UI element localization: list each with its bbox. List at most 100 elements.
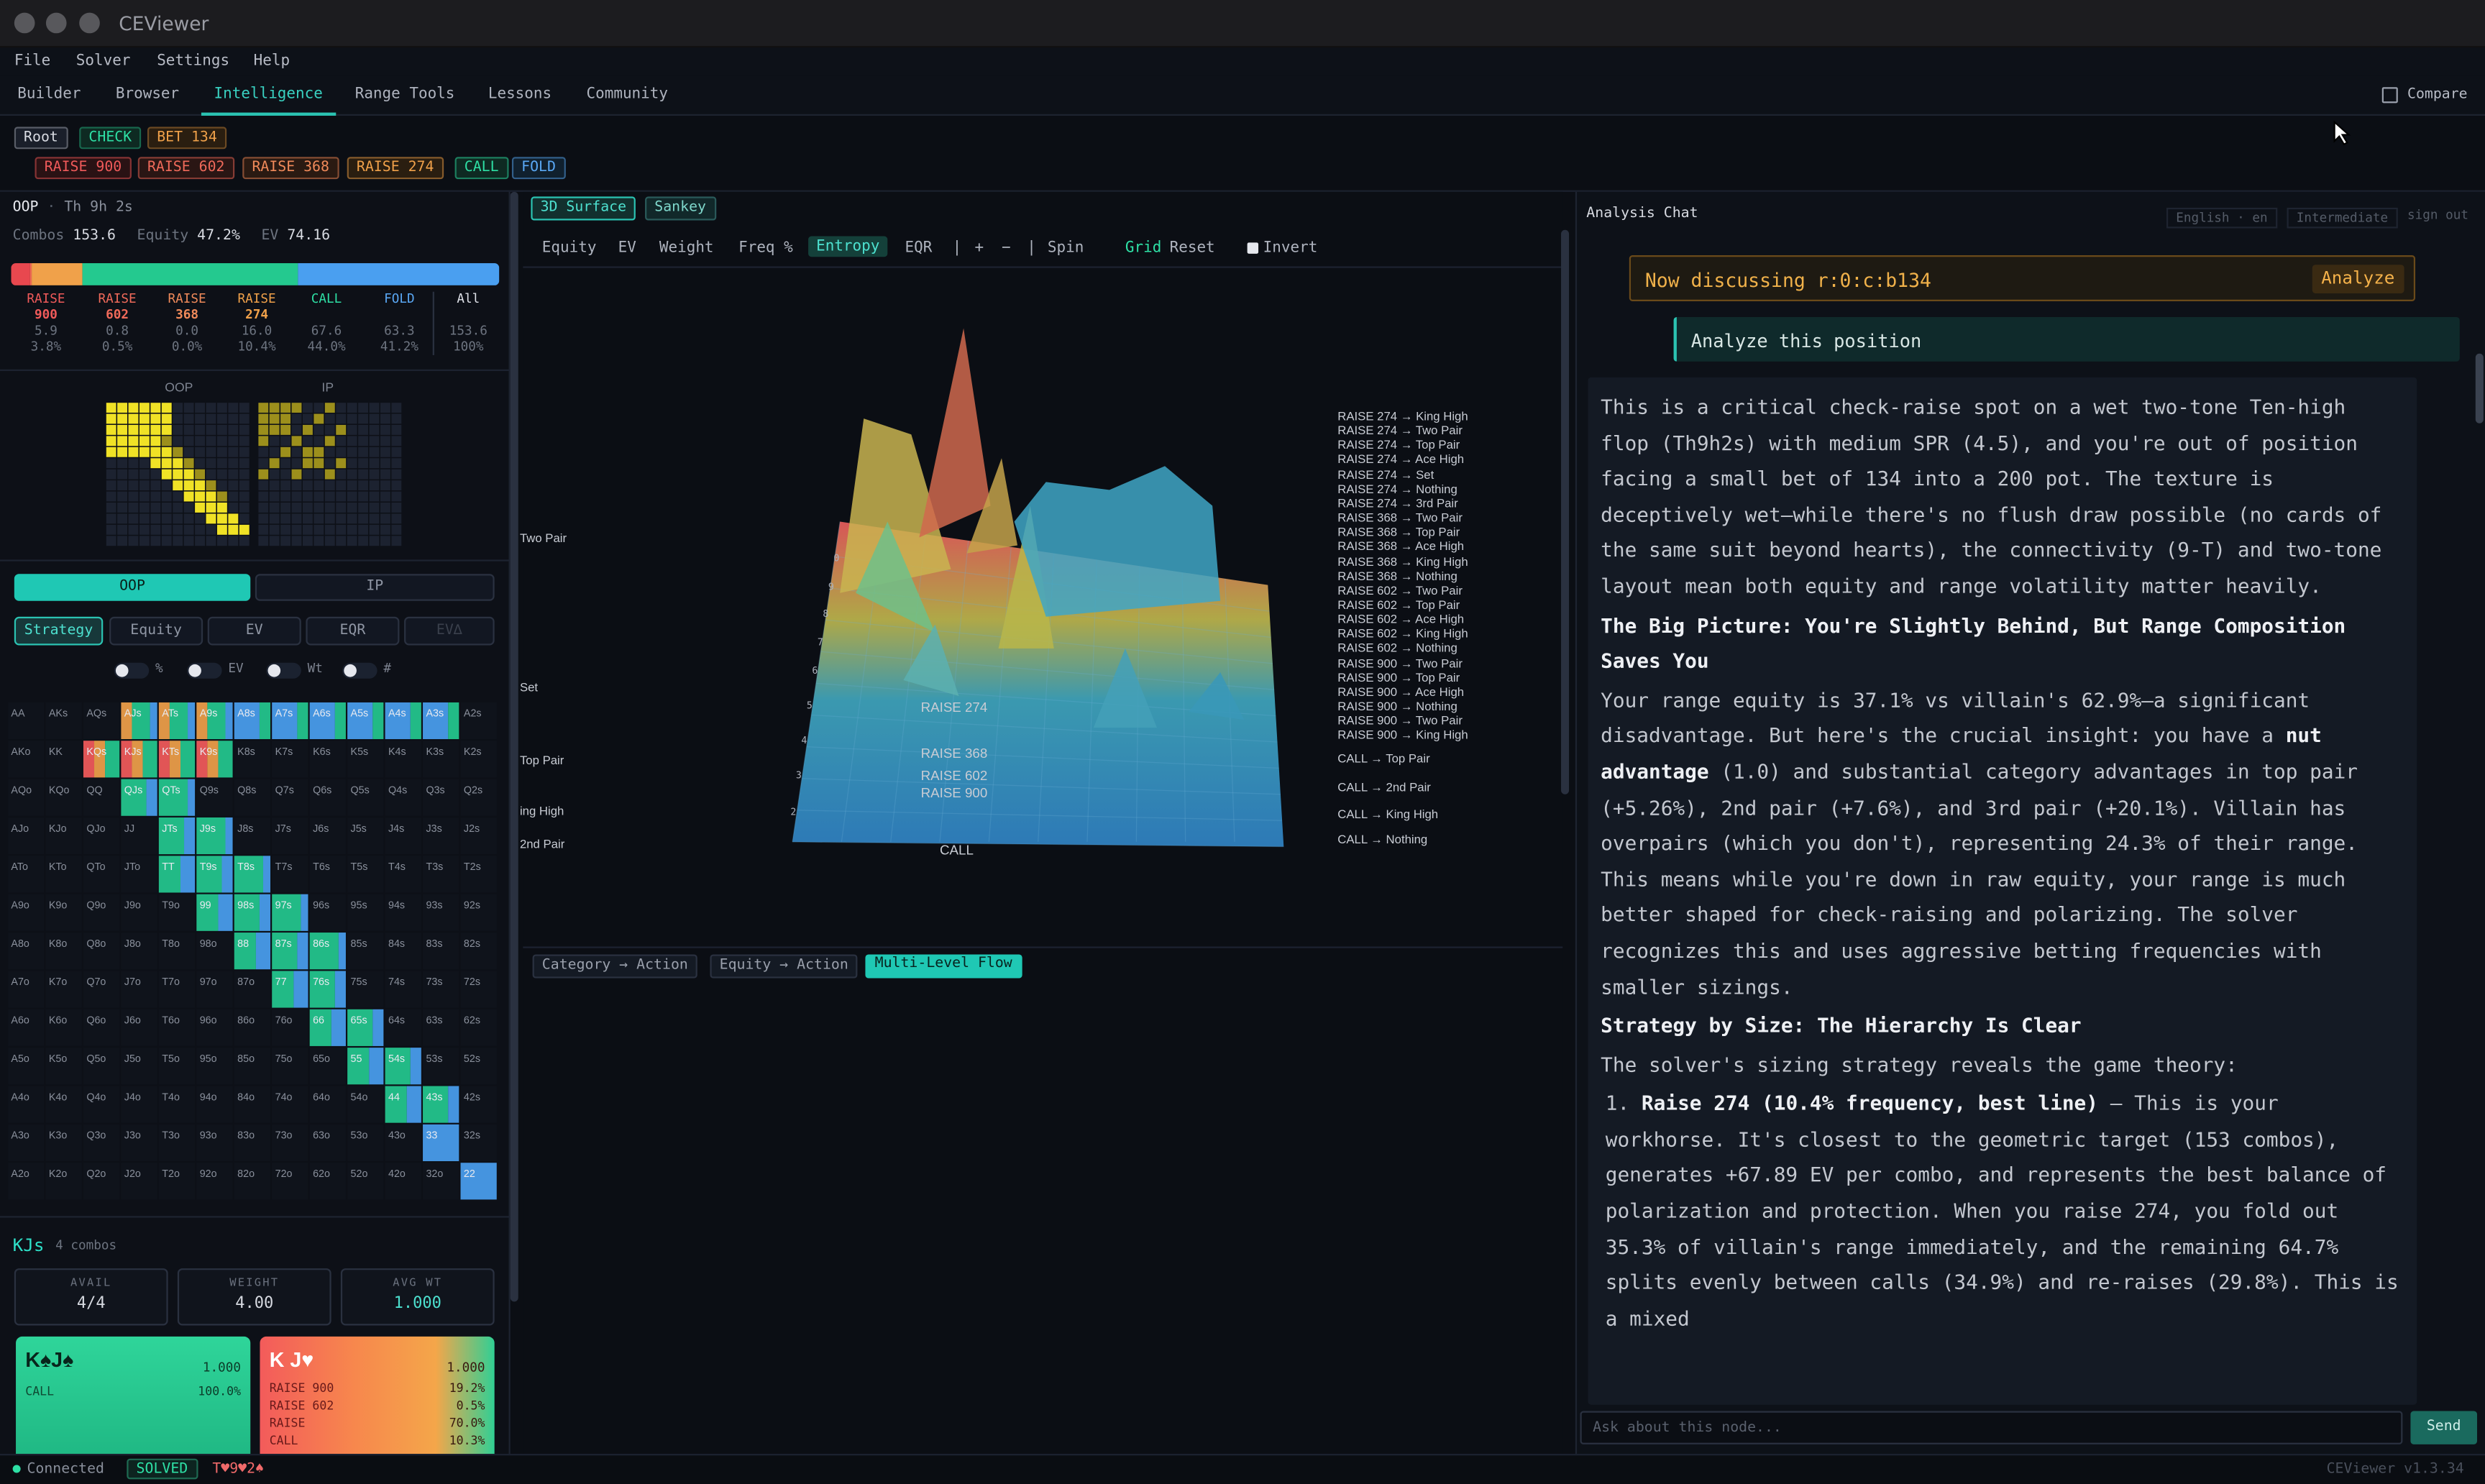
- hand-cell[interactable]: 62o: [309, 1163, 346, 1200]
- close-window-button[interactable]: [14, 12, 35, 34]
- center-scrollbar[interactable]: [1561, 229, 1570, 794]
- hand-cell[interactable]: 73s: [423, 971, 459, 1008]
- hand-cell[interactable]: 65s: [347, 1009, 384, 1046]
- hand-cell[interactable]: 32o: [423, 1163, 459, 1200]
- hand-cell[interactable]: T8s: [234, 856, 271, 893]
- hand-cell[interactable]: Q8s: [234, 779, 271, 816]
- hand-cell[interactable]: Q6o: [83, 1009, 120, 1046]
- hand-cell[interactable]: 43o: [385, 1124, 421, 1162]
- hand-cell[interactable]: 98o: [196, 933, 233, 970]
- maximize-window-button[interactable]: [79, 12, 100, 34]
- hand-cell[interactable]: 72s: [460, 971, 497, 1008]
- hand-cell[interactable]: A2o: [8, 1163, 45, 1200]
- hand-cell[interactable]: AJo: [8, 817, 45, 855]
- hand-cell[interactable]: 85s: [347, 933, 384, 970]
- hand-cell[interactable]: K2o: [45, 1163, 82, 1200]
- hand-cell[interactable]: A7s: [272, 702, 308, 740]
- hand-cell[interactable]: T6o: [158, 1009, 196, 1046]
- hand-cell[interactable]: 84s: [385, 933, 421, 970]
- toggle-ip-button[interactable]: IP: [255, 574, 495, 601]
- hand-cell[interactable]: T5o: [158, 1048, 196, 1085]
- hand-cell[interactable]: A3s: [423, 702, 459, 740]
- hand-cell[interactable]: T3s: [423, 856, 459, 893]
- tab-3d-surface[interactable]: 3D Surface: [531, 196, 636, 221]
- tab-equity-action[interactable]: Equity → Action: [710, 954, 859, 979]
- hand-cell[interactable]: ATs: [158, 702, 196, 740]
- hand-cell[interactable]: 74o: [272, 1086, 308, 1123]
- hand-cell[interactable]: 93o: [196, 1124, 233, 1162]
- hand-cell[interactable]: K7o: [45, 971, 82, 1008]
- hand-cell[interactable]: A5s: [347, 702, 384, 740]
- hand-cell[interactable]: Q4s: [385, 779, 421, 816]
- hand-range-matrix[interactable]: AA AKs AQs AJs ATs A9s A8s A7s A6s A5s A4s A3s A2s AK…: [8, 702, 503, 1206]
- hand-cell[interactable]: K5s: [347, 741, 384, 778]
- hand-cell[interactable]: K8o: [45, 933, 82, 970]
- hand-cell[interactable]: KTs: [158, 741, 196, 778]
- hand-cell[interactable]: 97s: [272, 894, 308, 931]
- toolbar-item-4[interactable]: Entropy: [808, 236, 888, 257]
- hand-cell[interactable]: K4s: [385, 741, 421, 778]
- hand-cell[interactable]: J6s: [309, 817, 346, 855]
- hand-cell[interactable]: KQo: [45, 779, 82, 816]
- tab-category-action[interactable]: Category → Action: [532, 954, 698, 979]
- hand-cell[interactable]: KK: [45, 741, 82, 778]
- chat-input[interactable]: Ask about this node...: [1580, 1411, 2403, 1444]
- hand-cell[interactable]: 82o: [234, 1163, 271, 1200]
- hand-cell[interactable]: J9o: [121, 894, 157, 931]
- hand-cell[interactable]: JJ: [121, 817, 157, 855]
- hand-cell[interactable]: Q8o: [83, 933, 120, 970]
- hand-cell[interactable]: 75s: [347, 971, 384, 1008]
- hand-cell[interactable]: J6o: [121, 1009, 157, 1046]
- toggle-switch-2[interactable]: [266, 662, 301, 679]
- hand-cell[interactable]: T2o: [158, 1163, 196, 1200]
- hand-cell[interactable]: QTo: [83, 856, 120, 893]
- hand-cell[interactable]: T8o: [158, 933, 196, 970]
- hand-cell[interactable]: TT: [158, 856, 196, 893]
- hand-cell[interactable]: A2s: [460, 702, 497, 740]
- action-summary-item[interactable]: CALL 67.6 44.0%: [292, 292, 362, 355]
- hand-cell[interactable]: J7o: [121, 971, 157, 1008]
- hand-cell[interactable]: ATo: [8, 856, 45, 893]
- language-selector[interactable]: English · en: [2166, 207, 2277, 229]
- hand-cell[interactable]: AQo: [8, 779, 45, 816]
- crumb-chip[interactable]: RAISE 274: [347, 157, 444, 180]
- hand-cell[interactable]: 52o: [347, 1163, 384, 1200]
- hand-cell[interactable]: K6s: [309, 741, 346, 778]
- toggle-switch-3[interactable]: [342, 662, 377, 679]
- action-summary-item[interactable]: RAISE 602 0.8 0.5%: [83, 292, 152, 355]
- hand-cell[interactable]: 83o: [234, 1124, 271, 1162]
- hand-cell[interactable]: 65o: [309, 1048, 346, 1085]
- hand-cell[interactable]: AKs: [45, 702, 82, 740]
- hand-cell[interactable]: T2s: [460, 856, 497, 893]
- hand-cell[interactable]: J4s: [385, 817, 421, 855]
- action-summary-item[interactable]: RAISE 368 0.0 0.0%: [152, 292, 222, 355]
- hand-cell[interactable]: 93s: [423, 894, 459, 931]
- hand-cell[interactable]: Q6s: [309, 779, 346, 816]
- hand-cell[interactable]: 53s: [423, 1048, 459, 1085]
- hand-cell[interactable]: K6o: [45, 1009, 82, 1046]
- left-scrollbar[interactable]: [510, 191, 518, 1302]
- combo-card-kj-hearts[interactable]: K J♥ 1.000 RAISE 900 19.2% RAISE 602 0.5% RA…: [260, 1336, 495, 1460]
- hand-cell[interactable]: K5o: [45, 1048, 82, 1085]
- compare-button[interactable]: Compare: [2407, 87, 2468, 103]
- hand-cell[interactable]: T4o: [158, 1086, 196, 1123]
- hand-cell[interactable]: J2s: [460, 817, 497, 855]
- hand-cell[interactable]: KQs: [83, 741, 120, 778]
- toolbar-item-10[interactable]: Spin: [1048, 239, 1084, 257]
- hand-cell[interactable]: 86o: [234, 1009, 271, 1046]
- hand-cell[interactable]: 92o: [196, 1163, 233, 1200]
- hand-cell[interactable]: J2o: [121, 1163, 157, 1200]
- mode-equity-tab[interactable]: Equity: [109, 616, 203, 646]
- menu-help[interactable]: Help: [254, 52, 290, 70]
- tab-range-tools[interactable]: Range Tools: [355, 86, 455, 103]
- hand-cell[interactable]: 42s: [460, 1086, 497, 1123]
- hand-cell[interactable]: 86s: [309, 933, 346, 970]
- hand-cell[interactable]: A7o: [8, 971, 45, 1008]
- crumb-chip[interactable]: CHECK: [79, 127, 142, 150]
- hand-cell[interactable]: K9o: [45, 894, 82, 931]
- crumb-chip[interactable]: CALL: [454, 157, 508, 180]
- hand-cell[interactable]: 63o: [309, 1124, 346, 1162]
- hand-cell[interactable]: J8o: [121, 933, 157, 970]
- hand-cell[interactable]: 54s: [385, 1048, 421, 1085]
- hand-cell[interactable]: AKo: [8, 741, 45, 778]
